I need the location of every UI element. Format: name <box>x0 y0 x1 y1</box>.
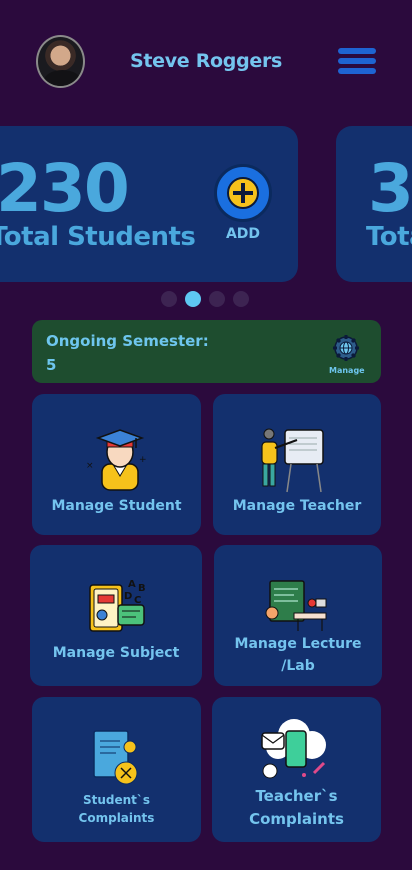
teacher-complaints-label-line2: Complaints <box>249 810 344 828</box>
gear-globe-icon <box>333 335 359 361</box>
manage-semester-button[interactable]: Manage <box>329 334 365 375</box>
manage-lecture-lab-tile[interactable]: Manage Lecture /Lab <box>214 545 382 686</box>
menu-bar <box>338 58 376 64</box>
teacher-complaints-label: Teacher`s Complaints <box>212 785 381 831</box>
username: Steve Roggers <box>129 50 283 72</box>
app-header: Steve Roggers <box>0 0 412 120</box>
manage-teacher-tile[interactable]: Manage Teacher <box>213 394 381 535</box>
stat-label: Total <box>366 222 412 252</box>
add-plus-icon <box>214 164 272 222</box>
student-complaints-label-line2: Complaints <box>78 811 155 825</box>
carousel-dot-active[interactable] <box>185 291 201 307</box>
teacher-complaints-label-line1: Teacher`s <box>255 787 338 805</box>
svg-text:A: A <box>128 579 136 590</box>
svg-text:C: C <box>134 595 141 606</box>
manage-semester-label: Manage <box>329 366 365 375</box>
carousel-dot[interactable] <box>209 291 225 307</box>
stat-number: 34 <box>368 150 412 227</box>
add-label: ADD <box>225 226 261 242</box>
student-complaints-tile[interactable]: Student`s Complaints <box>32 697 201 842</box>
manage-teacher-label: Manage Teacher <box>232 498 362 514</box>
student-complaints-label: Student`s Complaints <box>32 791 201 827</box>
manage-subject-tile[interactable]: A B D C Manage Subject <box>30 545 202 686</box>
manage-student-label: Manage Student <box>51 498 182 514</box>
student-complaint-document-icon <box>93 730 138 785</box>
carousel-dot[interactable] <box>161 291 177 307</box>
menu-bar <box>338 48 376 54</box>
lecture-classroom-icon <box>265 580 327 631</box>
manage-lecture-label-line2: /Lab <box>281 658 315 674</box>
svg-text:+: + <box>139 455 147 465</box>
teacher-board-icon <box>261 428 324 493</box>
stats-carousel[interactable]: 230 Total Students ADD 34 Total <box>0 126 412 284</box>
manage-lecture-lab-label: Manage Lecture /Lab <box>214 633 382 677</box>
manage-student-tile[interactable]: × + Manage Student <box>32 394 201 535</box>
manage-subject-label: Manage Subject <box>52 645 180 661</box>
student-graduate-icon: × + <box>86 429 147 491</box>
student-complaints-label-line1: Student`s <box>82 793 151 807</box>
add-button[interactable]: ADD <box>212 164 274 242</box>
stat-card-next: 34 Total <box>336 126 412 282</box>
semester-value: 5 <box>46 356 57 374</box>
semester-title: Ongoing Semester: <box>46 332 209 350</box>
svg-text:D: D <box>124 591 132 602</box>
svg-text:×: × <box>86 461 94 471</box>
svg-text:B: B <box>138 583 146 594</box>
menu-bar <box>338 68 376 74</box>
carousel-dot[interactable] <box>233 291 249 307</box>
books-abc-icon: A B D C <box>89 579 146 632</box>
manage-lecture-label-line1: Manage Lecture <box>234 636 362 652</box>
ongoing-semester-banner: Ongoing Semester: 5 Manage <box>32 320 381 383</box>
avatar-shirt <box>44 70 81 86</box>
stat-card-total-students: 230 Total Students ADD <box>0 126 298 282</box>
stat-label: Total Students <box>0 222 196 252</box>
teacher-complaint-cloud-icon <box>261 719 326 779</box>
hamburger-menu-icon[interactable] <box>338 48 376 76</box>
avatar[interactable] <box>36 35 85 88</box>
carousel-dots <box>161 291 249 307</box>
stat-number: 230 <box>0 150 130 227</box>
teacher-complaints-tile[interactable]: Teacher`s Complaints <box>212 697 381 842</box>
